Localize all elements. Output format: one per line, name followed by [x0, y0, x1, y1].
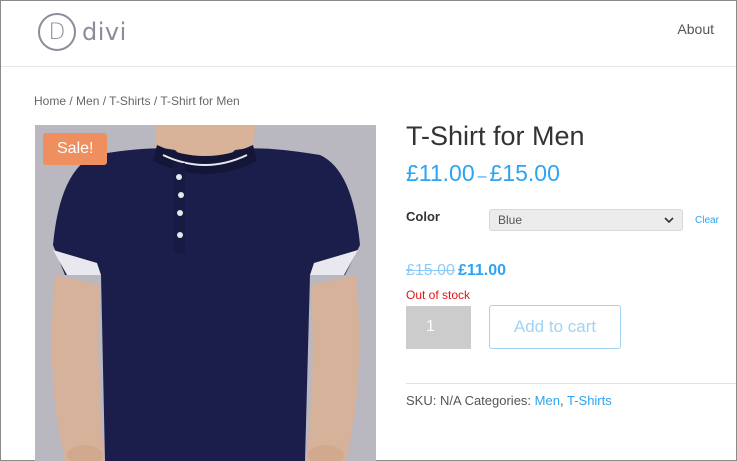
price-max: £15.00 [489, 160, 560, 186]
divider [406, 383, 736, 384]
breadcrumb-tshirts[interactable]: T-Shirts [109, 94, 150, 108]
tshirt-photo [35, 125, 376, 461]
quantity-input[interactable]: 1 [406, 306, 471, 349]
stock-status: Out of stock [406, 288, 471, 302]
clear-link[interactable]: Clear [695, 215, 719, 226]
sale-price: £11.00 [457, 262, 506, 279]
add-to-cart-button[interactable]: Add to cart [489, 305, 621, 349]
product-meta: SKU: N/A Categories: Men, T-Shirts [406, 393, 612, 408]
categories-label: Categories: [464, 393, 532, 408]
logo-mark: D [38, 13, 76, 51]
nav-link-about[interactable]: About [677, 21, 714, 37]
site-header: D divi About [1, 1, 736, 67]
product-image[interactable]: Sale! [35, 125, 376, 461]
logo-text: divi [82, 18, 127, 46]
breadcrumb-home[interactable]: Home [34, 94, 66, 108]
color-select-value: Blue [498, 213, 523, 227]
breadcrumb-men[interactable]: Men [76, 94, 99, 108]
breadcrumb-separator: / [150, 94, 161, 108]
breadcrumb: Home / Men / T-Shirts / T-Shirt for Men [34, 94, 240, 108]
price-range: £11.00– £15.00 [406, 160, 560, 187]
breadcrumb-current: T-Shirt for Men [160, 94, 240, 108]
price-dash: – [477, 168, 487, 185]
category-link-tshirts[interactable]: T-Shirts [567, 393, 612, 408]
sku-label: SKU: [406, 393, 437, 408]
variation-price: £15.00 £11.00 [406, 262, 506, 280]
breadcrumb-separator: / [99, 94, 110, 108]
chevron-down-icon [664, 213, 674, 227]
category-separator: , [559, 393, 567, 408]
price-min: £11.00 [406, 160, 475, 186]
sku-value: N/A [439, 393, 461, 408]
sale-badge: Sale! [43, 133, 108, 165]
product-title: T-Shirt for Men [406, 121, 585, 151]
category-link-men[interactable]: Men [535, 393, 560, 408]
color-select[interactable]: Blue [489, 209, 683, 231]
color-label: Color [406, 209, 440, 224]
breadcrumb-separator: / [66, 94, 77, 108]
site-logo[interactable]: D divi [38, 13, 127, 51]
old-price: £15.00 [406, 262, 455, 279]
